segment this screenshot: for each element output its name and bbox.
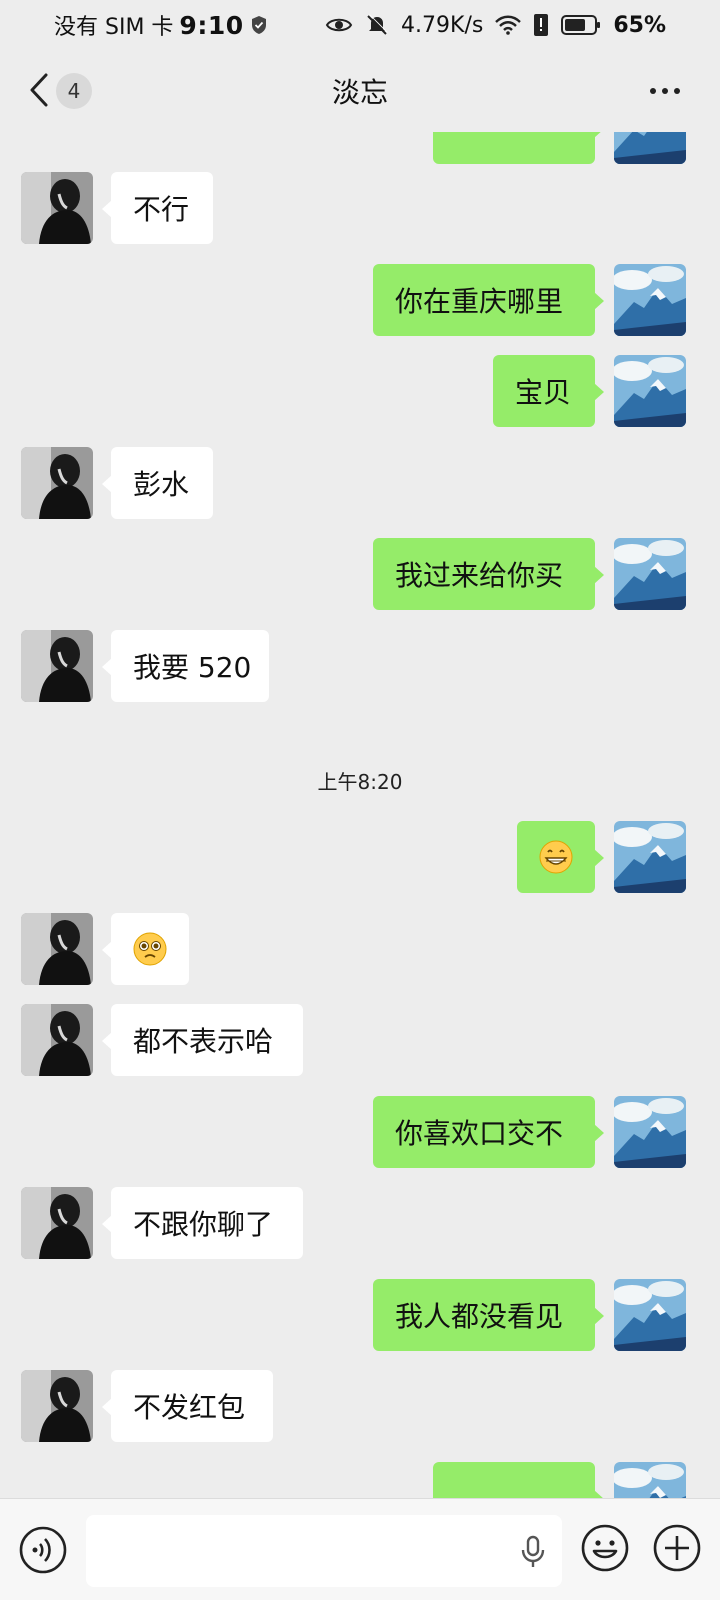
- contact-avatar[interactable]: [21, 1187, 93, 1259]
- my-avatar[interactable]: [614, 821, 686, 893]
- my-avatar[interactable]: [614, 355, 686, 427]
- outgoing-bubble[interactable]: [433, 132, 604, 164]
- voice-input-button[interactable]: [520, 1535, 546, 1569]
- emoji-face-icon: [581, 1524, 629, 1572]
- contact-avatar[interactable]: [21, 630, 93, 702]
- input-bar: [0, 1498, 720, 1600]
- message-list[interactable]: 不行你在重庆哪里宝贝彭水我过来给你买我要 520 上午8:20 都不表示哈你喜欢口交…: [0, 132, 720, 1498]
- message-text: 我人都没看见: [395, 1300, 564, 1333]
- message-input[interactable]: [86, 1515, 562, 1587]
- back-button[interactable]: [28, 72, 50, 108]
- plus-icon: [653, 1524, 701, 1572]
- mute-bell-icon: [365, 13, 389, 37]
- message-text: 都不表示哈: [133, 1025, 274, 1058]
- emoji-button[interactable]: [580, 1523, 630, 1573]
- message-text: 不行: [133, 193, 190, 226]
- incoming-bubble[interactable]: 都不表示哈: [102, 1004, 303, 1076]
- outgoing-bubble[interactable]: 你喜欢口交不: [373, 1096, 604, 1168]
- contact-avatar[interactable]: [21, 1370, 93, 1442]
- message-text: 宝贝: [515, 376, 572, 409]
- battery-icon: [561, 14, 601, 36]
- chat-title: 淡忘: [331, 76, 388, 109]
- pleading-emoji: [133, 932, 167, 966]
- message-text: 彭水: [133, 468, 190, 501]
- carrier-text: 没有 SIM 卡: [54, 15, 174, 40]
- my-avatar[interactable]: [614, 132, 686, 164]
- status-bar: 没有 SIM 卡 9:10 4.79K/s 65%: [0, 0, 720, 50]
- incoming-bubble[interactable]: 不发红包: [102, 1370, 273, 1442]
- battery-percent-text: 65%: [613, 12, 666, 38]
- my-avatar[interactable]: [614, 1096, 686, 1168]
- incoming-bubble[interactable]: 我要 520: [102, 630, 269, 702]
- message-text: 不跟你聊了: [133, 1208, 274, 1241]
- status-left: 没有 SIM 卡 9:10: [54, 9, 268, 41]
- my-avatar[interactable]: [614, 538, 686, 610]
- outgoing-bubble[interactable]: [517, 821, 604, 893]
- clock-text: 9:10: [179, 10, 244, 40]
- contact-avatar[interactable]: [21, 447, 93, 519]
- mic-icon: [521, 1535, 545, 1567]
- message-text: 我要 520: [133, 651, 252, 684]
- contact-avatar[interactable]: [21, 1004, 93, 1076]
- outgoing-bubble[interactable]: 宝贝: [493, 355, 604, 427]
- more-functions-button[interactable]: [652, 1523, 702, 1573]
- incoming-bubble[interactable]: [102, 913, 189, 985]
- network-speed-text: 4.79K/s: [401, 12, 484, 38]
- more-dots-icon: [650, 88, 656, 94]
- contact-avatar[interactable]: [21, 913, 93, 985]
- my-avatar[interactable]: [614, 264, 686, 336]
- eye-icon: [325, 15, 353, 35]
- message-text: 我过来给你买: [395, 559, 564, 592]
- chevron-left-icon: [30, 73, 48, 107]
- status-right: 4.79K/s 65%: [325, 13, 666, 38]
- chat-header: 4 淡忘: [0, 50, 720, 132]
- my-avatar[interactable]: [614, 1279, 686, 1351]
- voice-icon: [19, 1526, 67, 1574]
- my-avatar[interactable]: [614, 1462, 686, 1498]
- message-text: 你喜欢口交不: [395, 1117, 564, 1150]
- message-timestamp: 上午8:20: [317, 770, 403, 794]
- shield-icon: [250, 15, 268, 35]
- wifi-icon: [495, 15, 522, 35]
- voice-toggle-button[interactable]: [18, 1525, 68, 1575]
- unread-count-badge[interactable]: 4: [56, 73, 92, 109]
- sim-alert-icon: [533, 13, 549, 37]
- message-text: 你在重庆哪里: [395, 285, 564, 318]
- outgoing-bubble[interactable]: [433, 1462, 604, 1498]
- incoming-bubble[interactable]: 不跟你聊了: [102, 1187, 303, 1259]
- more-button[interactable]: [650, 80, 680, 102]
- contact-avatar[interactable]: [21, 172, 93, 244]
- outgoing-bubble[interactable]: 你在重庆哪里: [373, 264, 604, 336]
- grin-emoji: [539, 840, 573, 874]
- message-text: 不发红包: [133, 1391, 246, 1424]
- incoming-bubble[interactable]: 彭水: [102, 447, 213, 519]
- outgoing-bubble[interactable]: 我过来给你买: [373, 538, 604, 610]
- outgoing-bubble[interactable]: 我人都没看见: [373, 1279, 604, 1351]
- incoming-bubble[interactable]: 不行: [102, 172, 213, 244]
